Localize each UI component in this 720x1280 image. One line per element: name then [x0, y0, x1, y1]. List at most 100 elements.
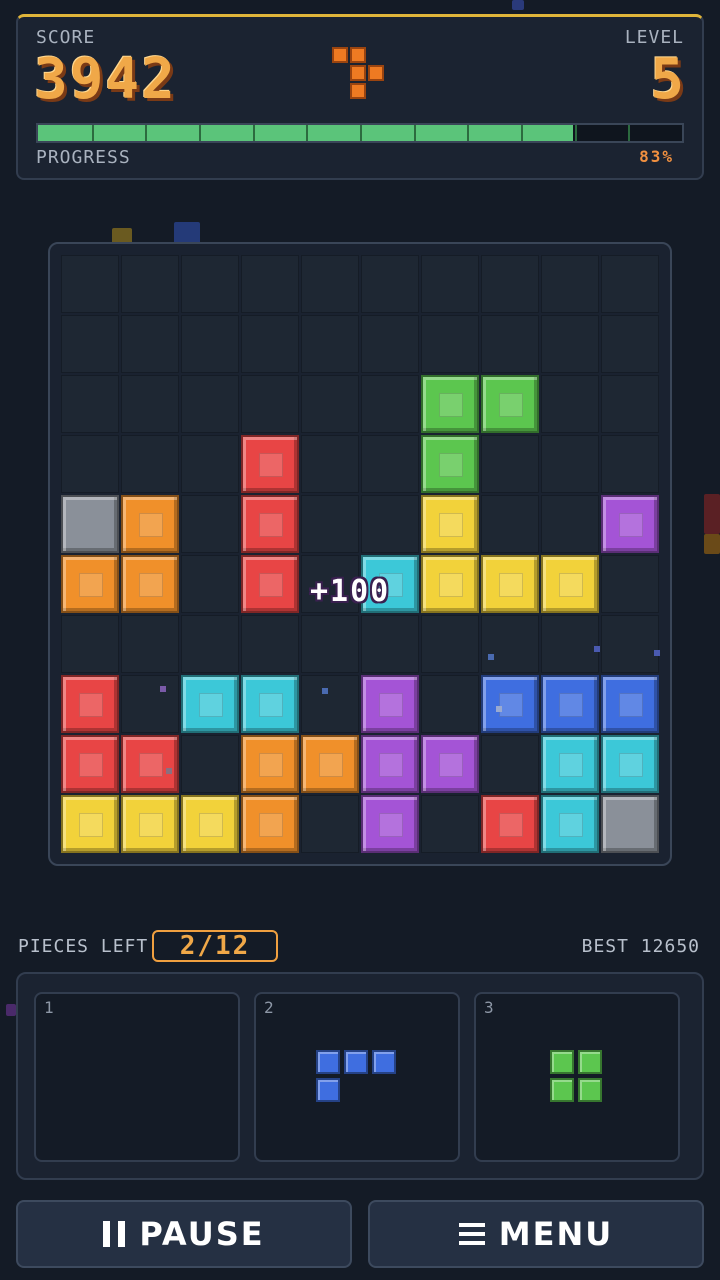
- board-cell[interactable]: [301, 435, 359, 493]
- board-cell[interactable]: [301, 315, 359, 373]
- board-cell[interactable]: [241, 615, 299, 673]
- block-orange: [241, 735, 299, 793]
- board-cell[interactable]: [601, 375, 659, 433]
- board-cell[interactable]: [421, 255, 479, 313]
- board-cell[interactable]: [601, 615, 659, 673]
- board-cell[interactable]: [481, 615, 539, 673]
- progress-segment-divider: [521, 125, 523, 141]
- block-blue: [541, 675, 599, 733]
- board-cell[interactable]: [241, 315, 299, 373]
- board-cell[interactable]: [541, 615, 599, 673]
- board-cell[interactable]: [61, 615, 119, 673]
- particle: [322, 688, 328, 694]
- block-blue: [601, 675, 659, 733]
- board-cell[interactable]: [421, 675, 479, 733]
- board-cell[interactable]: [121, 255, 179, 313]
- block-red: [481, 795, 539, 853]
- board-cell[interactable]: [181, 555, 239, 613]
- particle: [166, 768, 172, 774]
- piece-block: [578, 1078, 602, 1102]
- board-grid[interactable]: [60, 254, 660, 854]
- board-cell[interactable]: [481, 495, 539, 553]
- board-cell[interactable]: [181, 435, 239, 493]
- board-cell[interactable]: [301, 795, 359, 853]
- piece-slot-2[interactable]: 2: [254, 992, 460, 1162]
- board-cell[interactable]: [61, 315, 119, 373]
- board-cell[interactable]: [601, 255, 659, 313]
- board-cell[interactable]: [421, 795, 479, 853]
- board-cell[interactable]: [481, 315, 539, 373]
- board-cell[interactable]: [541, 315, 599, 373]
- board-cell[interactable]: [541, 255, 599, 313]
- board-cell[interactable]: [301, 615, 359, 673]
- board-cell[interactable]: [61, 435, 119, 493]
- board-cell[interactable]: [301, 375, 359, 433]
- board-cell[interactable]: [301, 495, 359, 553]
- block-yellow: [421, 495, 479, 553]
- board-cell[interactable]: [601, 315, 659, 373]
- hud-panel: SCORE 3942 LEVEL 5 PROGRESS 83%: [16, 14, 704, 180]
- board-cell[interactable]: [181, 315, 239, 373]
- board-cell[interactable]: [61, 255, 119, 313]
- board-cell[interactable]: [481, 735, 539, 793]
- board-cell[interactable]: [481, 435, 539, 493]
- piece-block: [316, 1078, 340, 1102]
- board-cell[interactable]: [421, 315, 479, 373]
- board-cell[interactable]: [361, 375, 419, 433]
- progress-segment-divider: [145, 125, 147, 141]
- board-cell[interactable]: [181, 615, 239, 673]
- board-cell[interactable]: [301, 675, 359, 733]
- slot-number: 1: [44, 998, 54, 1017]
- board-cell[interactable]: [241, 375, 299, 433]
- block-red: [61, 735, 119, 793]
- board-cell[interactable]: [361, 255, 419, 313]
- particle: [160, 686, 166, 692]
- board-cell[interactable]: [601, 435, 659, 493]
- piece-block: [550, 1050, 574, 1074]
- block-yellow: [541, 555, 599, 613]
- game-board[interactable]: [48, 242, 672, 866]
- board-cell[interactable]: [421, 615, 479, 673]
- menu-icon: [458, 1223, 485, 1245]
- board-cell[interactable]: [121, 435, 179, 493]
- board-cell[interactable]: [361, 615, 419, 673]
- block-orange: [121, 495, 179, 553]
- pause-icon: [103, 1221, 126, 1247]
- board-cell[interactable]: [121, 675, 179, 733]
- board-cell[interactable]: [361, 435, 419, 493]
- progress-segment-divider: [575, 125, 577, 141]
- board-cell[interactable]: [241, 255, 299, 313]
- board-cell[interactable]: [121, 375, 179, 433]
- board-cell[interactable]: [121, 615, 179, 673]
- board-cell[interactable]: [361, 495, 419, 553]
- board-cell[interactable]: [541, 375, 599, 433]
- board-cell[interactable]: [181, 735, 239, 793]
- piece-slot-1[interactable]: 1: [34, 992, 240, 1162]
- block-orange: [301, 735, 359, 793]
- board-cell[interactable]: [601, 555, 659, 613]
- board-cell[interactable]: [181, 255, 239, 313]
- board-cell[interactable]: [61, 375, 119, 433]
- menu-label: MENU: [498, 1215, 614, 1253]
- board-cell[interactable]: [541, 495, 599, 553]
- board-cell[interactable]: [181, 375, 239, 433]
- pieces-left-count: 2/12: [152, 930, 278, 962]
- progress-label: PROGRESS: [36, 147, 131, 168]
- board-cell[interactable]: [181, 495, 239, 553]
- board-cell[interactable]: [121, 315, 179, 373]
- pause-button[interactable]: PAUSE: [16, 1200, 352, 1268]
- slot-number: 2: [264, 998, 274, 1017]
- block-yellow: [481, 555, 539, 613]
- piece-slot-3[interactable]: 3: [474, 992, 680, 1162]
- menu-button[interactable]: MENU: [368, 1200, 704, 1268]
- board-cell[interactable]: [481, 255, 539, 313]
- board-cell[interactable]: [361, 315, 419, 373]
- block-cyan: [181, 675, 239, 733]
- board-cell[interactable]: [541, 435, 599, 493]
- particle: [594, 646, 600, 652]
- progress-segment-divider: [199, 125, 201, 141]
- board-cell[interactable]: [301, 255, 359, 313]
- score-value: 3942: [34, 47, 177, 112]
- block-red: [61, 675, 119, 733]
- pause-label: PAUSE: [139, 1215, 265, 1253]
